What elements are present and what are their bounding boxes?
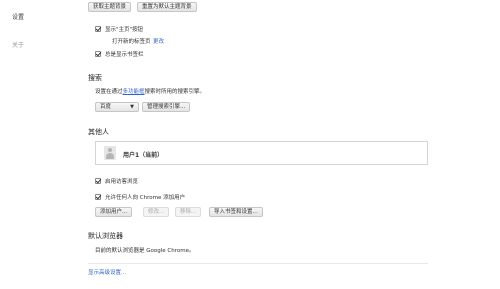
always-show-bookmarks-label: 总是显示书签栏 xyxy=(105,52,144,58)
search-section-title: 搜索 xyxy=(88,74,102,82)
change-home-link[interactable]: 更改 xyxy=(153,37,164,45)
reset-theme-button[interactable]: 重置为默认主题背景 xyxy=(137,2,197,12)
get-theme-button[interactable]: 获取主题背景 xyxy=(88,2,132,12)
avatar xyxy=(104,146,116,160)
search-engine-select[interactable]: 百度 ▼ xyxy=(95,102,139,112)
search-desc-suffix: 搜索时所用的搜索引擎。 xyxy=(144,89,206,95)
omnibox-link[interactable]: 多功能框 xyxy=(123,89,145,95)
search-engine-value: 百度 xyxy=(100,104,112,110)
allow-add-person-label: 允许任何人向 Chrome 添加用户 xyxy=(105,195,186,201)
guest-browsing-label: 启用访客浏览 xyxy=(105,179,139,185)
show-home-button-checkbox[interactable] xyxy=(95,26,101,32)
sidebar-item-settings[interactable]: 设置 xyxy=(12,12,24,21)
people-section-title: 其他人 xyxy=(88,128,109,136)
search-desc-prefix: 设置在通过 xyxy=(95,89,123,95)
add-user-button[interactable]: 添加用户... xyxy=(95,207,133,217)
show-advanced-settings-link[interactable]: 显示高级设置... xyxy=(88,268,126,276)
edit-user-button[interactable]: 修改... xyxy=(143,207,170,217)
user-list[interactable]: 用户1（当前） xyxy=(95,141,428,165)
show-home-button-label: 显示"主页"按钮 xyxy=(105,27,144,33)
always-show-bookmarks-checkbox[interactable] xyxy=(95,51,101,57)
guest-browsing-checkbox[interactable] xyxy=(95,178,101,184)
default-browser-description: 目前的默认浏览器是 Google Chrome。 xyxy=(95,248,195,254)
import-bookmarks-button[interactable]: 导入书签和设置... xyxy=(209,207,263,217)
divider xyxy=(88,263,428,264)
avatar-head xyxy=(108,148,112,152)
allow-add-person-checkbox[interactable] xyxy=(95,194,101,200)
new-tab-text: 打开新的标签页 xyxy=(112,39,151,45)
sidebar-item-about[interactable]: 关于 xyxy=(12,40,24,49)
search-description: 设置在通过多功能框搜索时所用的搜索引擎。 xyxy=(95,87,205,95)
current-user-label: 用户1（当前） xyxy=(123,152,164,159)
dropdown-arrow-icon: ▼ xyxy=(130,104,134,110)
default-browser-section-title: 默认浏览器 xyxy=(88,232,123,240)
avatar-body xyxy=(106,153,114,159)
remove-user-button[interactable]: 移除... xyxy=(175,207,202,217)
manage-search-engines-button[interactable]: 管理搜索引擎... xyxy=(142,102,191,112)
